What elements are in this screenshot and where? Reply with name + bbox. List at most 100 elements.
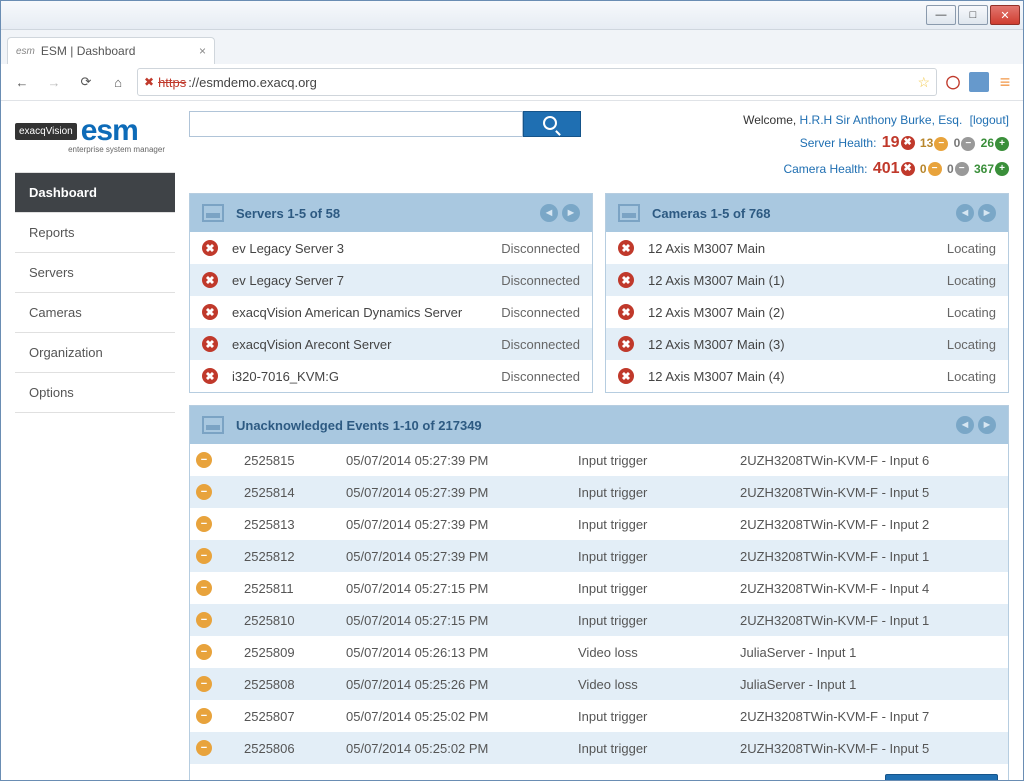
event-type: Input trigger: [572, 700, 734, 732]
main-column: Welcome, H.R.H Sir Anthony Burke, Esq. […: [189, 111, 1009, 780]
camera-row[interactable]: ✖12 Axis M3007 Main (1)Locating: [606, 264, 1008, 296]
home-button[interactable]: ⌂: [105, 69, 131, 95]
idle-dot-icon: −: [955, 162, 969, 176]
acknowledge-all-button[interactable]: Acknowledge All: [885, 774, 998, 780]
status-warn-icon: −: [196, 580, 212, 596]
event-row[interactable]: −252580805/07/2014 05:25:26 PMVideo loss…: [190, 668, 1008, 700]
servers-panel: Servers 1-5 of 58 ◄ ► ✖ev Legacy Server …: [189, 193, 593, 393]
status-warn-icon: −: [196, 676, 212, 692]
event-row[interactable]: −252581505/07/2014 05:27:39 PMInput trig…: [190, 444, 1008, 476]
events-next-page[interactable]: ►: [978, 416, 996, 434]
event-type: Input trigger: [572, 540, 734, 572]
sidebar-item-servers[interactable]: Servers: [15, 253, 175, 293]
chart-icon: [202, 416, 224, 434]
event-row[interactable]: −252580705/07/2014 05:25:02 PMInput trig…: [190, 700, 1008, 732]
camera-health-label[interactable]: Camera Health:: [783, 162, 867, 176]
extension-icon-2[interactable]: [969, 72, 989, 92]
window-maximize-button[interactable]: □: [958, 5, 988, 25]
events-panel-header: Unacknowledged Events 1-10 of 217349 ◄ ►: [190, 406, 1008, 444]
welcome-user-link[interactable]: H.R.H Sir Anthony Burke, Esq.: [800, 113, 963, 127]
event-row[interactable]: −252580905/07/2014 05:26:13 PMVideo loss…: [190, 636, 1008, 668]
event-time: 05/07/2014 05:27:39 PM: [340, 476, 572, 508]
camera-health-ok-count: 367: [974, 160, 994, 179]
cameras-next-page[interactable]: ►: [978, 204, 996, 222]
error-dot-icon: ✖: [901, 162, 915, 176]
back-button[interactable]: ←: [9, 69, 35, 95]
server-row[interactable]: ✖exacqVision American Dynamics ServerDis…: [190, 296, 592, 328]
status-error-icon: ✖: [618, 336, 634, 352]
event-row[interactable]: −252581005/07/2014 05:27:15 PMInput trig…: [190, 604, 1008, 636]
dashboard-panels-row: Servers 1-5 of 58 ◄ ► ✖ev Legacy Server …: [189, 193, 1009, 393]
sidebar-item-cameras[interactable]: Cameras: [15, 293, 175, 333]
camera-status: Locating: [947, 305, 996, 320]
welcome-block: Welcome, H.R.H Sir Anthony Burke, Esq. […: [743, 111, 1009, 181]
servers-panel-title: Servers 1-5 of 58: [236, 206, 340, 221]
camera-row[interactable]: ✖12 Axis M3007 MainLocating: [606, 232, 1008, 264]
page-content: exacqVision esm enterprise system manage…: [1, 101, 1023, 780]
sidebar-item-options[interactable]: Options: [15, 373, 175, 413]
window-close-button[interactable]: ✕: [990, 5, 1020, 25]
status-warn-icon: −: [196, 548, 212, 564]
servers-next-page[interactable]: ►: [562, 204, 580, 222]
logout-link[interactable]: [logout]: [970, 113, 1009, 127]
sidebar-item-organization[interactable]: Organization: [15, 333, 175, 373]
events-panel-title: Unacknowledged Events 1-10 of 217349: [236, 418, 482, 433]
window-minimize-button[interactable]: ―: [926, 5, 956, 25]
sidebar-item-reports[interactable]: Reports: [15, 213, 175, 253]
event-row[interactable]: −252581105/07/2014 05:27:15 PMInput trig…: [190, 572, 1008, 604]
event-id: 2525813: [238, 508, 340, 540]
event-source: 2UZH3208TWin-KVM-F - Input 4: [734, 572, 1008, 604]
tab-close-icon[interactable]: ×: [199, 44, 206, 58]
address-bar[interactable]: ✖ https ://esmdemo.exacq.org ☆: [137, 68, 937, 96]
search-input[interactable]: [189, 111, 523, 137]
event-row[interactable]: −252581405/07/2014 05:27:39 PMInput trig…: [190, 476, 1008, 508]
event-source: 2UZH3208TWin-KVM-F - Input 7: [734, 700, 1008, 732]
camera-row[interactable]: ✖12 Axis M3007 Main (3)Locating: [606, 328, 1008, 360]
event-type: Input trigger: [572, 604, 734, 636]
window-titlebar: ― □ ✕: [1, 1, 1023, 30]
status-error-icon: ✖: [202, 368, 218, 384]
status-error-icon: ✖: [202, 240, 218, 256]
events-prev-page[interactable]: ◄: [956, 416, 974, 434]
extension-icon-1[interactable]: ◯: [943, 72, 963, 92]
status-error-icon: ✖: [202, 272, 218, 288]
server-row[interactable]: ✖ev Legacy Server 3Disconnected: [190, 232, 592, 264]
event-id: 2525809: [238, 636, 340, 668]
event-type: Input trigger: [572, 572, 734, 604]
chart-icon: [618, 204, 640, 222]
error-dot-icon: ✖: [901, 136, 915, 150]
server-row[interactable]: ✖ev Legacy Server 7Disconnected: [190, 264, 592, 296]
browser-menu-icon[interactable]: ≡: [995, 72, 1015, 92]
status-warn-icon: −: [196, 452, 212, 468]
url-text: ://esmdemo.exacq.org: [188, 75, 317, 90]
event-row[interactable]: −252580605/07/2014 05:25:02 PMInput trig…: [190, 732, 1008, 764]
camera-status: Locating: [947, 273, 996, 288]
browser-toolbar: ← → ⟳ ⌂ ✖ https ://esmdemo.exacq.org ☆ ◯…: [1, 64, 1023, 101]
camera-status: Locating: [947, 337, 996, 352]
server-status: Disconnected: [501, 241, 580, 256]
servers-prev-page[interactable]: ◄: [540, 204, 558, 222]
status-warn-icon: −: [196, 516, 212, 532]
event-row[interactable]: −252581305/07/2014 05:27:39 PMInput trig…: [190, 508, 1008, 540]
server-row[interactable]: ✖exacqVision Arecont ServerDisconnected: [190, 328, 592, 360]
browser-tabbar: esm ESM | Dashboard ×: [1, 30, 1023, 64]
sidebar-item-dashboard[interactable]: Dashboard: [15, 173, 175, 213]
event-row[interactable]: −252581205/07/2014 05:27:39 PMInput trig…: [190, 540, 1008, 572]
status-warn-icon: −: [196, 644, 212, 660]
event-source: 2UZH3208TWin-KVM-F - Input 6: [734, 444, 1008, 476]
camera-row[interactable]: ✖12 Axis M3007 Main (2)Locating: [606, 296, 1008, 328]
reload-button[interactable]: ⟳: [73, 69, 99, 95]
server-status: Disconnected: [501, 305, 580, 320]
cameras-prev-page[interactable]: ◄: [956, 204, 974, 222]
event-type: Input trigger: [572, 476, 734, 508]
browser-tab[interactable]: esm ESM | Dashboard ×: [7, 37, 215, 64]
server-health-label[interactable]: Server Health:: [800, 136, 877, 150]
bookmark-star-icon[interactable]: ☆: [917, 74, 930, 91]
server-health-idle-count: 0: [954, 134, 961, 153]
search-button[interactable]: [523, 111, 581, 137]
forward-button[interactable]: →: [41, 69, 67, 95]
camera-row[interactable]: ✖12 Axis M3007 Main (4)Locating: [606, 360, 1008, 392]
server-row[interactable]: ✖i320-7016_KVM:GDisconnected: [190, 360, 592, 392]
search-form: [189, 111, 581, 137]
logo-main: esm: [81, 114, 138, 148]
